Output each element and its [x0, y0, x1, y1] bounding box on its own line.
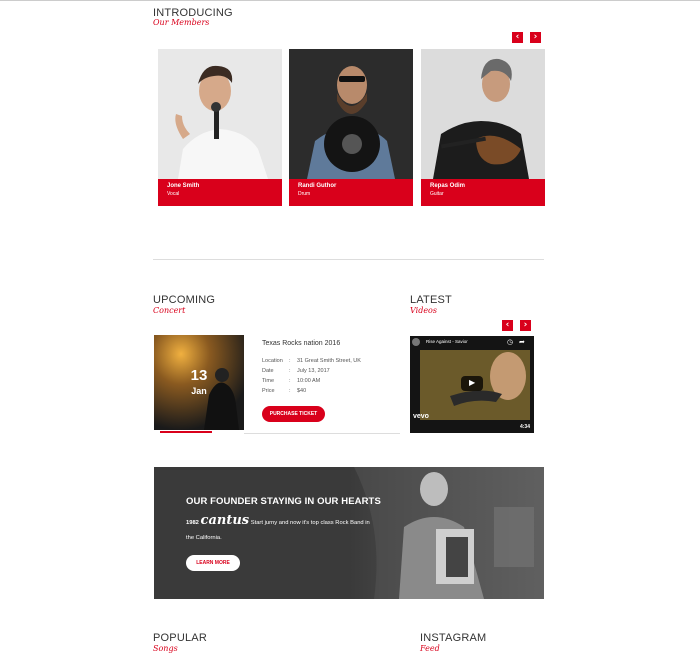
- concert-title: UPCOMING: [153, 294, 216, 306]
- member-role: Drum: [298, 191, 311, 197]
- chevron-right-icon: ›: [533, 32, 538, 42]
- videos-subtitle: Videos: [410, 306, 437, 315]
- play-button[interactable]: ▶: [461, 376, 483, 391]
- learn-more-button[interactable]: LEARN MORE: [186, 555, 240, 571]
- founder-title: OUR FOUNDER STAYING IN OUR HEARTS: [186, 496, 381, 507]
- share-icon[interactable]: ➦: [519, 338, 525, 346]
- member-card[interactable]: Randi Guthor Drum: [289, 49, 413, 206]
- chevron-right-icon: ›: [523, 320, 528, 330]
- members-next-button[interactable]: ›: [530, 32, 541, 43]
- concert-month: Jan: [191, 386, 207, 396]
- member-name: Jone Smith: [167, 183, 200, 189]
- member-card[interactable]: Jone Smith Vocal: [158, 49, 282, 206]
- member-role: Guitar: [430, 191, 444, 197]
- concert-underline: [160, 431, 212, 433]
- top-border: [0, 0, 700, 1]
- member-name: Repas Odim: [430, 183, 466, 189]
- member-photo: [289, 49, 413, 179]
- songs-title: POPULAR: [153, 632, 207, 644]
- chevron-left-icon: ‹: [515, 32, 520, 42]
- member-photo: [421, 49, 545, 179]
- members-subtitle: Our Members: [153, 18, 210, 27]
- clock-icon[interactable]: ◷: [507, 338, 513, 346]
- play-icon: ▶: [469, 378, 476, 387]
- concert-detail-location: Location:31 Great Smith Street, UK: [262, 358, 361, 364]
- founder-text-b: the California.: [186, 535, 222, 541]
- concert-detail-time: Time:10:00 AM: [262, 378, 321, 384]
- concert-bottom-line: [244, 433, 400, 434]
- founder-year: 1982: [186, 520, 199, 526]
- songs-subtitle: Songs: [153, 644, 178, 653]
- concert-image[interactable]: 13 Jan: [154, 335, 244, 430]
- founder-text-a: Start jurny and now it's top class Rock …: [250, 520, 370, 526]
- member-card[interactable]: Repas Odim Guitar: [421, 49, 545, 206]
- concert-day: 13: [190, 367, 208, 384]
- concert-detail-date: Date: July 13, 2017: [262, 368, 330, 374]
- founder-brand: cantus: [200, 513, 250, 528]
- concert-subtitle: Concert: [153, 306, 186, 315]
- purchase-ticket-button[interactable]: PURCHASE TICKET: [262, 406, 325, 422]
- video-player[interactable]: Rise Against - Savior ◷ ➦ ▶ vevo 4:34: [410, 336, 534, 433]
- video-title: Rise Against - Savior: [426, 339, 468, 344]
- instagram-title: INSTAGRAM: [420, 632, 487, 644]
- concert-detail-price: Price: $40: [262, 388, 307, 394]
- member-role: Vocal: [167, 191, 180, 197]
- members-prev-button[interactable]: ‹: [512, 32, 523, 43]
- vevo-logo: vevo: [413, 413, 429, 420]
- video-duration: 4:34: [519, 424, 530, 430]
- member-name: Randi Guthor: [298, 183, 337, 189]
- videos-prev-button[interactable]: ‹: [502, 320, 513, 331]
- section-divider: [153, 259, 544, 260]
- concert-event-title: Texas Rocks nation 2016: [262, 340, 341, 347]
- chevron-left-icon: ‹: [505, 320, 510, 330]
- founder-banner: OUR FOUNDER STAYING IN OUR HEARTS 1982 c…: [154, 467, 544, 599]
- founder-text: 1982 cantus Start jurny and now it's top…: [186, 513, 386, 546]
- videos-next-button[interactable]: ›: [520, 320, 531, 331]
- member-photo: [158, 49, 282, 179]
- instagram-subtitle: Feed: [420, 644, 440, 653]
- videos-title: LATEST: [410, 294, 452, 306]
